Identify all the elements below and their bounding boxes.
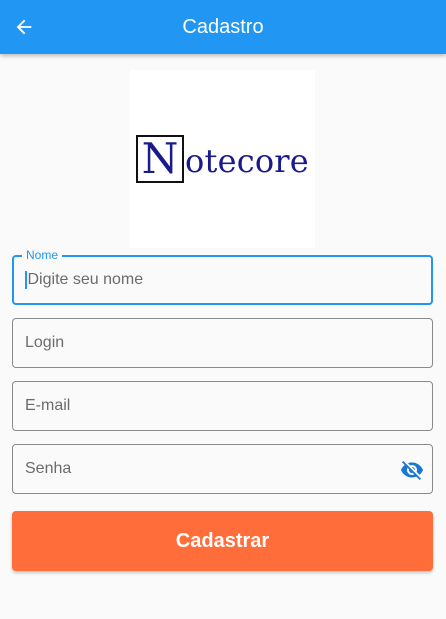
email-field[interactable]: E-mail <box>12 381 433 431</box>
password-field-placeholder: Senha <box>25 460 72 477</box>
register-button[interactable]: Cadastrar <box>12 511 433 571</box>
login-field-placeholder: Login <box>25 334 65 351</box>
toggle-password-visibility-button[interactable] <box>400 458 424 482</box>
logo-text: otecore <box>185 142 309 180</box>
visibility-off-icon <box>401 461 423 480</box>
name-field[interactable]: Nome Digite seu nome <box>12 248 433 305</box>
logo: N otecore <box>130 70 315 248</box>
password-field[interactable]: Senha <box>12 444 433 494</box>
logo-letter-box: N <box>136 135 185 183</box>
text-cursor <box>25 271 27 289</box>
email-field-placeholder: E-mail <box>25 397 71 414</box>
app-bar: Cadastro <box>0 0 446 54</box>
page-title: Cadastro <box>182 16 264 38</box>
logo-wordmark: N otecore <box>136 135 309 183</box>
login-field[interactable]: Login <box>12 318 433 368</box>
name-field-placeholder: Digite seu nome <box>27 271 144 288</box>
